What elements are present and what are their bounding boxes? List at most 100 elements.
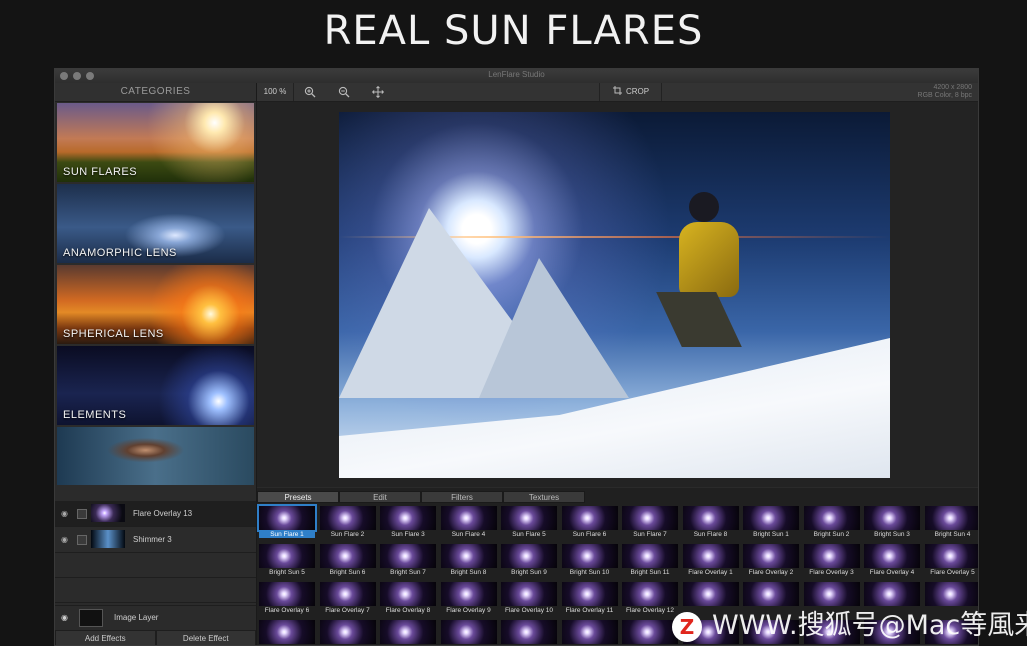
preset-tile[interactable]: Bright Sun 7 <box>380 544 436 576</box>
preset-tile[interactable]: Bright Sun 4 <box>924 506 978 538</box>
zoom-in-icon[interactable] <box>299 83 321 101</box>
preset-thumbnail <box>561 582 618 606</box>
tab-edit[interactable]: Edit <box>339 491 421 503</box>
preset-tile[interactable] <box>319 620 376 645</box>
preset-tile[interactable]: Flare Overlay 3 <box>803 544 860 576</box>
layer-row[interactable]: ◉ Flare Overlay 13 <box>55 501 256 527</box>
preset-tile[interactable]: Sun Flare 2 <box>319 506 376 538</box>
canvas-area[interactable] <box>257 102 978 487</box>
preset-tile[interactable] <box>380 620 436 645</box>
toolbar-divider <box>661 83 662 101</box>
preset-tile[interactable]: Sun Flare 7 <box>622 506 678 538</box>
preset-label: Flare Overlay 2 <box>748 569 794 576</box>
image-color-mode: RGB Color, 8 bpc <box>917 92 972 99</box>
zoom-level[interactable]: 100 % <box>257 83 293 101</box>
preset-tile[interactable]: Bright Sun 5 <box>259 544 315 576</box>
preset-thumbnail <box>501 506 557 530</box>
preset-label: Flare Overlay 8 <box>385 607 431 614</box>
layer-row[interactable]: ◉ Shimmer 3 <box>55 527 256 553</box>
layer-checkbox[interactable] <box>77 535 87 545</box>
image-layer-row[interactable]: ◉ Image Layer <box>55 605 256 630</box>
preset-tile[interactable]: Flare Overlay 12 <box>622 582 678 614</box>
zoom-out-icon[interactable] <box>333 83 355 101</box>
preset-tile[interactable]: Flare Overlay 11 <box>561 582 618 614</box>
preset-thumbnail <box>924 544 978 568</box>
preset-tile[interactable]: Flare Overlay 9 <box>440 582 497 614</box>
layer-actions: Add Effects Delete Effect <box>55 630 256 645</box>
preset-label: Flare Overlay 10 <box>504 607 554 614</box>
preset-tile[interactable] <box>561 620 618 645</box>
preset-tile[interactable]: Bright Sun 3 <box>864 506 920 538</box>
preset-thumbnail <box>561 620 618 644</box>
preset-tile[interactable]: Bright Sun 2 <box>803 506 860 538</box>
tab-presets[interactable]: Presets <box>257 491 339 503</box>
preset-tile[interactable]: Sun Flare 3 <box>380 506 436 538</box>
eye-icon[interactable]: ◉ <box>61 613 68 622</box>
preset-tile[interactable]: Flare Overlay 10 <box>501 582 557 614</box>
image-layer-thumbnail <box>79 609 103 627</box>
preset-label: Bright Sun 10 <box>569 569 610 576</box>
tab-filters[interactable]: Filters <box>421 491 503 503</box>
preset-thumbnail <box>924 506 978 530</box>
preset-tile[interactable]: Bright Sun 6 <box>319 544 376 576</box>
preset-tile[interactable]: Flare Overlay 5 <box>924 544 978 576</box>
preset-tile[interactable]: Bright Sun 8 <box>440 544 497 576</box>
watermark-text: WWW.搜狐号@Mac等風来~ <box>712 610 1027 641</box>
preset-tile[interactable]: Flare Overlay 8 <box>380 582 436 614</box>
preset-tile[interactable]: Bright Sun 11 <box>622 544 678 576</box>
layers-list: ◉ Flare Overlay 13 ◉ Shimmer 3 <box>55 501 256 603</box>
crop-button[interactable]: CROP <box>607 83 655 101</box>
preset-tile[interactable]: Bright Sun 10 <box>561 544 618 576</box>
preset-thumbnail <box>501 620 557 644</box>
add-effects-button[interactable]: Add Effects <box>55 630 156 645</box>
eye-icon[interactable]: ◉ <box>61 535 68 544</box>
layer-name: Shimmer 3 <box>133 535 172 544</box>
category-anamorphic-lens[interactable]: ANAMORPHIC LENS <box>57 184 254 263</box>
watermark: Z WWW.搜狐号@Mac等風来~ <box>672 603 1027 642</box>
move-icon[interactable] <box>367 83 389 101</box>
layer-checkbox[interactable] <box>77 509 87 519</box>
preset-label: Flare Overlay 6 <box>264 607 310 614</box>
snowboarder-jacket <box>679 222 739 297</box>
category-sun-flares[interactable]: SUN FLARES <box>57 103 254 182</box>
preset-label: Sun Flare 7 <box>633 531 667 538</box>
preset-tile[interactable]: Flare Overlay 2 <box>743 544 799 576</box>
preset-thumbnail <box>440 620 497 644</box>
category-elements[interactable]: ELEMENTS <box>57 346 254 425</box>
sidebar: CATEGORIES SUN FLARES ANAMORPHIC LENS SP… <box>55 83 257 645</box>
delete-effect-button[interactable]: Delete Effect <box>155 630 256 645</box>
preset-tile[interactable]: Sun Flare 1 <box>257 504 317 538</box>
preset-tile[interactable] <box>622 620 678 645</box>
preset-tile[interactable]: Sun Flare 8 <box>682 506 739 538</box>
preset-label: Bright Sun 6 <box>329 569 366 576</box>
preset-tile[interactable] <box>440 620 497 645</box>
empty-layer-slot <box>55 553 256 578</box>
preset-tile[interactable] <box>259 620 315 645</box>
category-textures[interactable] <box>57 427 254 485</box>
panel-tabs: Presets Edit Filters Textures <box>257 491 585 503</box>
category-spherical-lens[interactable]: SPHERICAL LENS <box>57 265 254 344</box>
eye-icon[interactable]: ◉ <box>61 509 68 518</box>
preset-thumbnail <box>319 620 376 644</box>
preset-tile[interactable]: Sun Flare 4 <box>440 506 497 538</box>
mountain-peak <box>479 258 629 398</box>
preview-image[interactable] <box>339 112 890 478</box>
layer-thumbnail <box>91 504 125 522</box>
preset-label: Bright Sun 7 <box>390 569 426 576</box>
preset-tile[interactable]: Flare Overlay 1 <box>682 544 739 576</box>
preset-tile[interactable]: Flare Overlay 7 <box>319 582 376 614</box>
preset-tile[interactable]: Sun Flare 5 <box>501 506 557 538</box>
preset-label: Bright Sun 11 <box>630 569 670 576</box>
preset-thumbnail <box>501 582 557 606</box>
preset-label: Flare Overlay 7 <box>325 607 370 614</box>
preset-tile[interactable]: Bright Sun 9 <box>501 544 557 576</box>
preset-label: Bright Sun 8 <box>450 569 487 576</box>
tab-textures[interactable]: Textures <box>503 491 585 503</box>
preset-tile[interactable]: Bright Sun 1 <box>743 506 799 538</box>
preset-tile[interactable]: Sun Flare 6 <box>561 506 618 538</box>
preset-tile[interactable] <box>501 620 557 645</box>
window-title: LenFlare Studio <box>488 70 545 79</box>
preset-tile[interactable]: Flare Overlay 6 <box>259 582 315 614</box>
preset-tile[interactable]: Flare Overlay 4 <box>864 544 920 576</box>
preset-thumbnail <box>440 544 497 568</box>
